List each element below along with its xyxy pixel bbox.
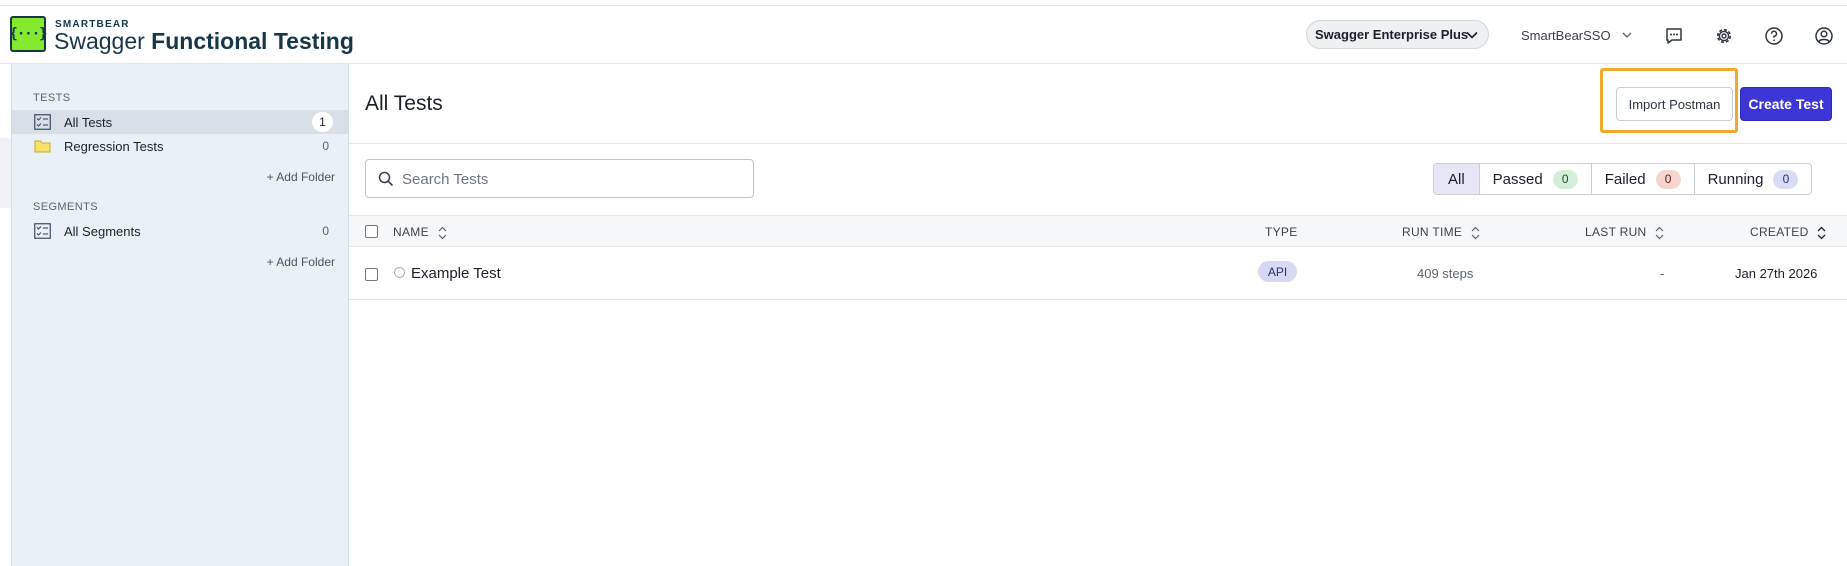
running-count-badge: 0 (1773, 169, 1799, 189)
sidebar-section-segments: SEGMENTS (33, 201, 98, 213)
column-name-label: NAME (393, 225, 429, 239)
test-created-date: Jan 27th 2026 (1735, 266, 1818, 281)
sort-icon (1817, 226, 1826, 240)
column-runtime-label: RUN TIME (1402, 225, 1463, 239)
sidebar-item-label: All Tests (64, 115, 113, 130)
row-checkbox[interactable] (365, 268, 378, 281)
test-list-icon (34, 223, 51, 239)
sort-icon (1655, 226, 1664, 240)
column-created-label: CREATED (1750, 225, 1809, 239)
gear-icon[interactable] (1714, 26, 1734, 46)
passed-count-badge: 0 (1552, 169, 1578, 189)
filter-label: All (1448, 170, 1465, 188)
brand-title-rest: Functional Testing (151, 28, 354, 54)
user-account-icon[interactable] (1814, 26, 1834, 46)
user-menu-label: SmartBearSSO (1521, 28, 1611, 43)
filter-all[interactable]: All (1434, 164, 1480, 194)
chevron-down-icon (1466, 31, 1478, 39)
test-list-icon (34, 114, 51, 130)
failed-count-badge: 0 (1655, 169, 1681, 189)
add-folder-segments-button[interactable]: + Add Folder (267, 255, 335, 269)
table-row[interactable]: Example Test API 409 steps - Jan 27th 20… (349, 247, 1847, 300)
plan-selector-label: Swagger Enterprise Plus (1315, 27, 1469, 42)
filter-passed[interactable]: Passed 0 (1479, 164, 1592, 194)
brand-title[interactable]: Swagger Functional Testing (54, 28, 354, 55)
filter-label: Running (1707, 170, 1764, 188)
sidebar-item-count: 1 (312, 112, 333, 132)
add-folder-tests-button[interactable]: + Add Folder (267, 170, 335, 184)
search-box (365, 159, 754, 198)
test-name-link[interactable]: Example Test (411, 265, 501, 282)
status-filter-group: All Passed 0 Failed 0 Running 0 (1433, 163, 1813, 195)
sidebar-edge (0, 138, 11, 208)
sidebar-item-all-tests[interactable]: All Tests 1 (12, 110, 349, 134)
column-name-header[interactable]: NAME (393, 225, 447, 240)
import-highlight-outline (1600, 68, 1738, 133)
feedback-icon[interactable] (1664, 26, 1684, 46)
swagger-logo-icon[interactable]: {···} (9, 16, 48, 52)
status-pending-icon (394, 267, 405, 278)
column-created-header[interactable]: CREATED (1750, 225, 1826, 240)
column-type-header: TYPE (1265, 225, 1298, 239)
sidebar-item-count: 0 (322, 139, 329, 153)
sort-icon (438, 226, 446, 240)
chevron-down-icon (1622, 32, 1632, 38)
table-header: NAME TYPE RUN TIME LAST RUN CREATED (349, 215, 1847, 247)
test-run-time: 409 steps (1417, 266, 1474, 281)
sidebar-section-tests: TESTS (33, 92, 71, 104)
app-header: {···} SMARTBEAR Swagger Functional Testi… (0, 5, 1847, 64)
sidebar-item-label: All Segments (64, 224, 141, 239)
sidebar-item-all-segments[interactable]: All Segments 0 (12, 219, 349, 243)
search-input[interactable] (402, 168, 742, 190)
test-type-badge: API (1258, 261, 1297, 282)
folder-icon (34, 140, 51, 153)
column-lastrun-label: LAST RUN (1585, 225, 1647, 239)
plan-selector[interactable]: Swagger Enterprise Plus (1306, 20, 1489, 49)
page-title: All Tests (365, 92, 443, 115)
help-icon[interactable] (1764, 26, 1784, 46)
column-runtime-header[interactable]: RUN TIME (1402, 225, 1480, 240)
sidebar-item-regression-tests[interactable]: Regression Tests 0 (12, 134, 349, 158)
sidebar-item-label: Regression Tests (64, 139, 164, 154)
column-lastrun-header[interactable]: LAST RUN (1585, 225, 1664, 240)
sidebar: TESTS All Tests 1 Regression Tests 0 + A… (11, 64, 349, 566)
filter-failed[interactable]: Failed 0 (1591, 164, 1695, 194)
brand-title-first: Swagger (54, 28, 145, 54)
create-test-button[interactable]: Create Test (1740, 87, 1832, 121)
filter-running[interactable]: Running 0 (1694, 164, 1812, 194)
sidebar-item-count: 0 (322, 224, 329, 238)
search-icon (378, 171, 394, 187)
main-content: All Tests Import Postman Create Test All… (349, 64, 1847, 566)
select-all-checkbox[interactable] (365, 225, 378, 238)
filter-label: Failed (1604, 170, 1646, 188)
header-divider (349, 143, 1847, 144)
user-menu[interactable]: SmartBearSSO (1521, 28, 1632, 43)
sort-icon (1471, 226, 1480, 240)
test-last-run: - (1660, 266, 1665, 281)
filter-label: Passed (1492, 170, 1543, 188)
